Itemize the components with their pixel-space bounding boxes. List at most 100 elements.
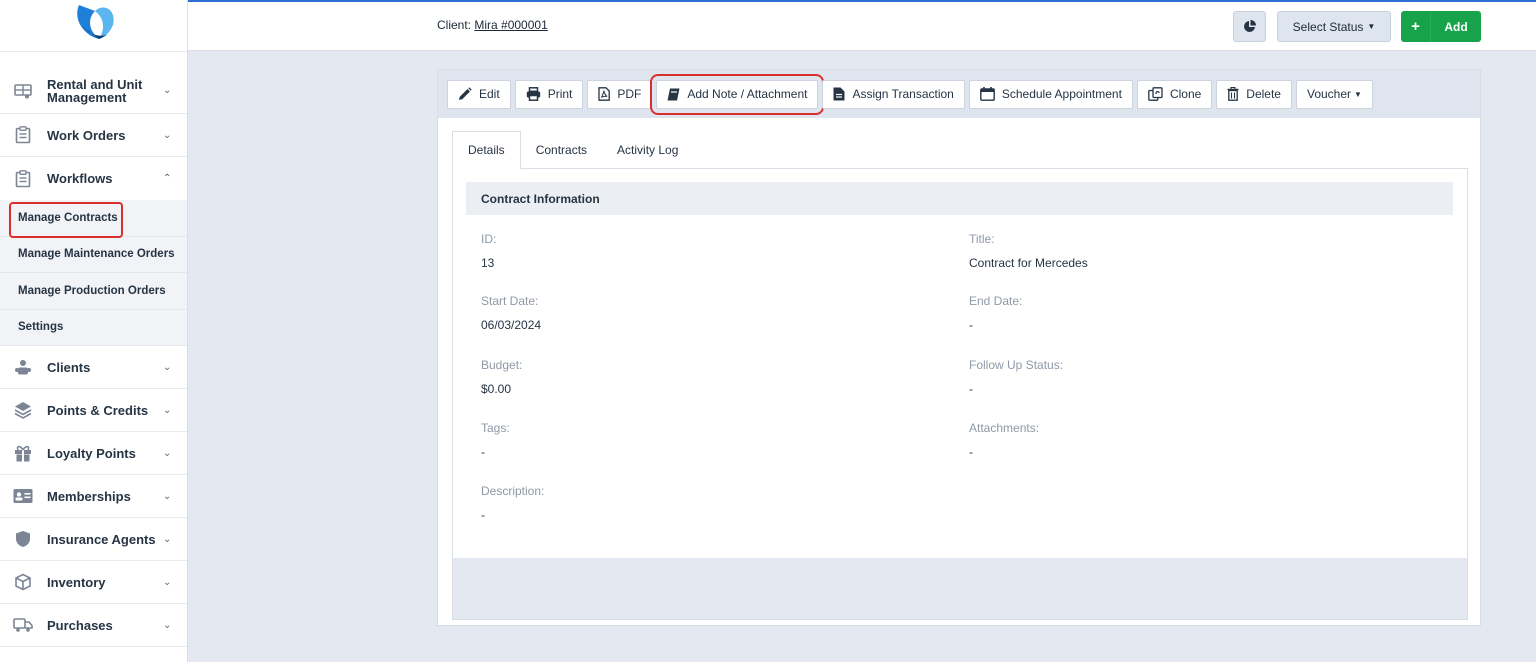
add-button[interactable]: + Add — [1401, 11, 1481, 42]
field-label: Follow Up Status: — [969, 358, 1064, 372]
calendar-icon — [979, 87, 995, 101]
sidebar-item-rental[interactable]: Rental and Unit Management ⌄ — [0, 68, 187, 114]
sidebar-item-label: Loyalty Points — [47, 445, 136, 461]
pdf-label: PDF — [617, 87, 642, 101]
top-bar: Client: Mira #000001 Select Status ▼ + A… — [188, 0, 1536, 51]
clone-button[interactable]: Clone — [1136, 79, 1213, 109]
chevron-down-icon: ⌄ — [163, 85, 172, 96]
field-value: $0.00 — [481, 382, 512, 396]
field-label: Attachments: — [969, 421, 1040, 435]
workflows-submenu: Manage Contracts Manage Maintenance Orde… — [0, 200, 187, 346]
field-end-date: End Date: - — [969, 294, 1022, 332]
sidebar-subitem-settings[interactable]: Settings — [0, 310, 187, 346]
sidebar-item-loyalty-points[interactable]: Loyalty Points ⌄ — [0, 432, 187, 475]
caret-down-icon: ▼ — [1367, 22, 1376, 31]
pie-chart-icon — [1244, 20, 1256, 32]
chevron-down-icon: ⌄ — [163, 533, 172, 545]
voucher-dropdown[interactable]: Voucher ▼ — [1295, 79, 1373, 109]
delete-button[interactable]: Delete — [1216, 79, 1292, 109]
statistics-button[interactable] — [1233, 11, 1266, 42]
gift-icon — [12, 442, 34, 464]
field-description: Description: - — [481, 484, 544, 522]
field-value: - — [969, 382, 973, 396]
sidebar-item-label: Points & Credits — [47, 402, 149, 418]
butterfly-logo-icon — [76, 5, 114, 39]
rental-icon — [12, 80, 34, 102]
assign-transaction-label: Assign Transaction — [852, 87, 954, 101]
pdf-file-icon — [598, 87, 611, 101]
chevron-down-icon: ⌄ — [163, 404, 172, 416]
field-value: 06/03/2024 — [481, 318, 542, 332]
trash-icon — [1227, 87, 1239, 101]
sidebar-item-clients[interactable]: Clients ⌄ — [0, 346, 187, 389]
details-tab-content: Contract Information ID: 13 Title: Contr… — [452, 168, 1468, 620]
client-prefix: Client: — [437, 18, 475, 32]
document-icon — [833, 87, 845, 101]
pdf-button[interactable]: PDF — [587, 79, 653, 109]
sidebar-item-label: Memberships — [47, 488, 131, 504]
print-label: Print — [547, 87, 573, 101]
select-status-label: Select Status — [1292, 19, 1364, 34]
sidebar-item-points-credits[interactable]: Points & Credits ⌄ — [0, 389, 187, 432]
field-value: - — [481, 508, 485, 522]
truck-icon — [12, 614, 34, 636]
sidebar-item-work-orders[interactable]: Work Orders ⌄ — [0, 114, 187, 157]
sidebar-item-inventory[interactable]: Inventory ⌄ — [0, 561, 187, 604]
clients-icon — [12, 356, 34, 378]
action-toolbar: Edit Print PDF Add Note / Attachment Ass… — [438, 70, 1480, 118]
schedule-appointment-button[interactable]: Schedule Appointment — [968, 79, 1133, 109]
shield-icon — [12, 528, 34, 550]
sidebar-item-label: Rental and Unit Management — [47, 76, 143, 105]
edit-button[interactable]: Edit — [447, 79, 511, 109]
tab-contracts[interactable]: Contracts — [521, 131, 602, 169]
box-icon — [12, 571, 34, 593]
sidebar-item-label: Purchases — [47, 617, 113, 633]
schedule-appointment-label: Schedule Appointment — [1001, 87, 1122, 101]
chevron-down-icon: ⌄ — [163, 129, 172, 141]
chevron-down-icon: ⌄ — [163, 576, 172, 588]
field-title: Title: Contract for Mercedes — [969, 232, 1088, 270]
clone-icon — [1148, 87, 1163, 101]
assign-transaction-button[interactable]: Assign Transaction — [822, 79, 965, 109]
book-icon — [667, 88, 680, 100]
field-id: ID: 13 — [481, 232, 496, 270]
caret-down-icon: ▼ — [1354, 89, 1362, 99]
sidebar-subitem-manage-contracts[interactable]: Manage Contracts — [0, 200, 187, 238]
select-status-dropdown[interactable]: Select Status ▼ — [1277, 11, 1391, 42]
id-card-icon — [12, 485, 34, 507]
sidebar: Rental and Unit Management ⌄ Work Orders… — [0, 0, 188, 662]
field-label: Description: — [481, 484, 545, 498]
add-note-label: Add Note / Attachment — [687, 87, 808, 101]
chevron-up-icon: ⌃ — [163, 173, 172, 184]
client-link[interactable]: Mira #000001 — [474, 18, 547, 32]
panel-footer — [453, 558, 1467, 619]
logo — [0, 0, 187, 52]
sidebar-item-memberships[interactable]: Memberships ⌄ — [0, 475, 187, 518]
field-start-date: Start Date: 06/03/2024 — [481, 294, 541, 332]
sidebar-item-purchases[interactable]: Purchases ⌄ — [0, 604, 187, 647]
add-label: Add — [1444, 19, 1468, 34]
tab-activity-log[interactable]: Activity Log — [602, 131, 693, 169]
field-follow-up-status: Follow Up Status: - — [969, 358, 1063, 396]
tab-bar: Details Contracts Activity Log — [452, 131, 693, 169]
field-value: - — [969, 318, 973, 332]
tab-details[interactable]: Details — [452, 131, 521, 169]
sidebar-item-label: Workflows — [47, 171, 113, 186]
delete-label: Delete — [1246, 87, 1281, 101]
layers-icon — [12, 399, 34, 421]
clone-label: Clone — [1169, 87, 1202, 101]
add-note-attachment-button[interactable]: Add Note / Attachment — [650, 73, 825, 115]
chevron-down-icon: ⌄ — [163, 447, 172, 459]
sidebar-item-label: Clients — [47, 359, 91, 375]
section-title: Contract Information — [466, 182, 1453, 215]
print-button[interactable]: Print — [514, 79, 584, 109]
plus-icon: + — [1401, 11, 1431, 42]
sidebar-subitem-manage-production-orders[interactable]: Manage Production Orders — [0, 273, 187, 310]
field-attachments: Attachments: - — [969, 421, 1039, 459]
field-value: 13 — [481, 256, 495, 270]
sidebar-subitem-manage-maintenance-orders[interactable]: Manage Maintenance Orders — [0, 237, 187, 273]
client-info: Client: Mira #000001 — [437, 18, 548, 32]
sidebar-item-insurance-agents[interactable]: Insurance Agents ⌄ — [0, 518, 187, 561]
edit-label: Edit — [479, 87, 500, 101]
sidebar-item-workflows[interactable]: Workflows ⌃ — [0, 157, 187, 200]
